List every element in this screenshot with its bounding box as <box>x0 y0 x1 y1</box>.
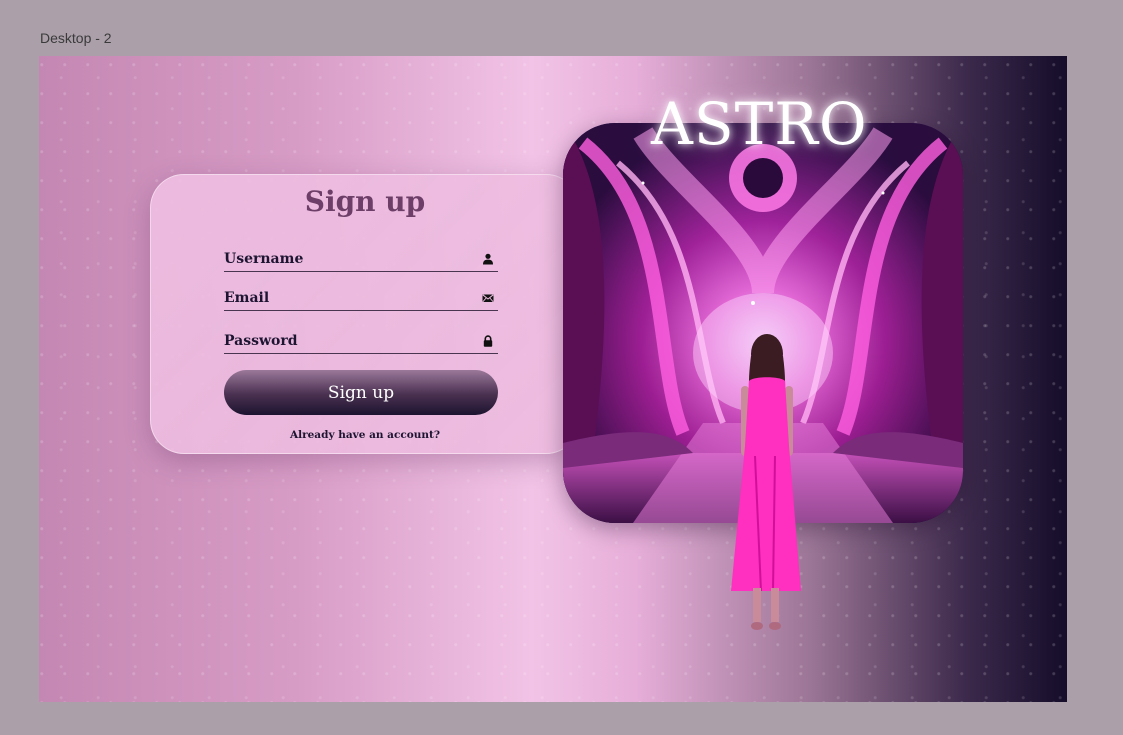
envelope-icon <box>482 294 494 303</box>
email-label: Email <box>224 290 270 306</box>
password-label: Password <box>224 333 298 349</box>
login-link[interactable]: Already have an account? <box>151 429 579 441</box>
password-field[interactable]: Password <box>224 327 498 354</box>
brand-title: ASTRO <box>651 90 868 158</box>
signup-button[interactable]: Sign up <box>224 370 498 415</box>
username-label: Username <box>224 251 304 267</box>
username-field[interactable]: Username <box>224 245 498 272</box>
frame-label: Desktop - 2 <box>40 30 112 46</box>
woman-figure <box>731 334 801 630</box>
signup-card: Sign up Username Email Password Sign up <box>150 174 580 454</box>
form-title: Sign up <box>304 185 426 218</box>
lock-icon <box>483 335 493 347</box>
email-field[interactable]: Email <box>224 284 498 311</box>
artboard: Sign up Username Email Password Sign up <box>39 56 1067 702</box>
user-icon <box>483 253 493 265</box>
